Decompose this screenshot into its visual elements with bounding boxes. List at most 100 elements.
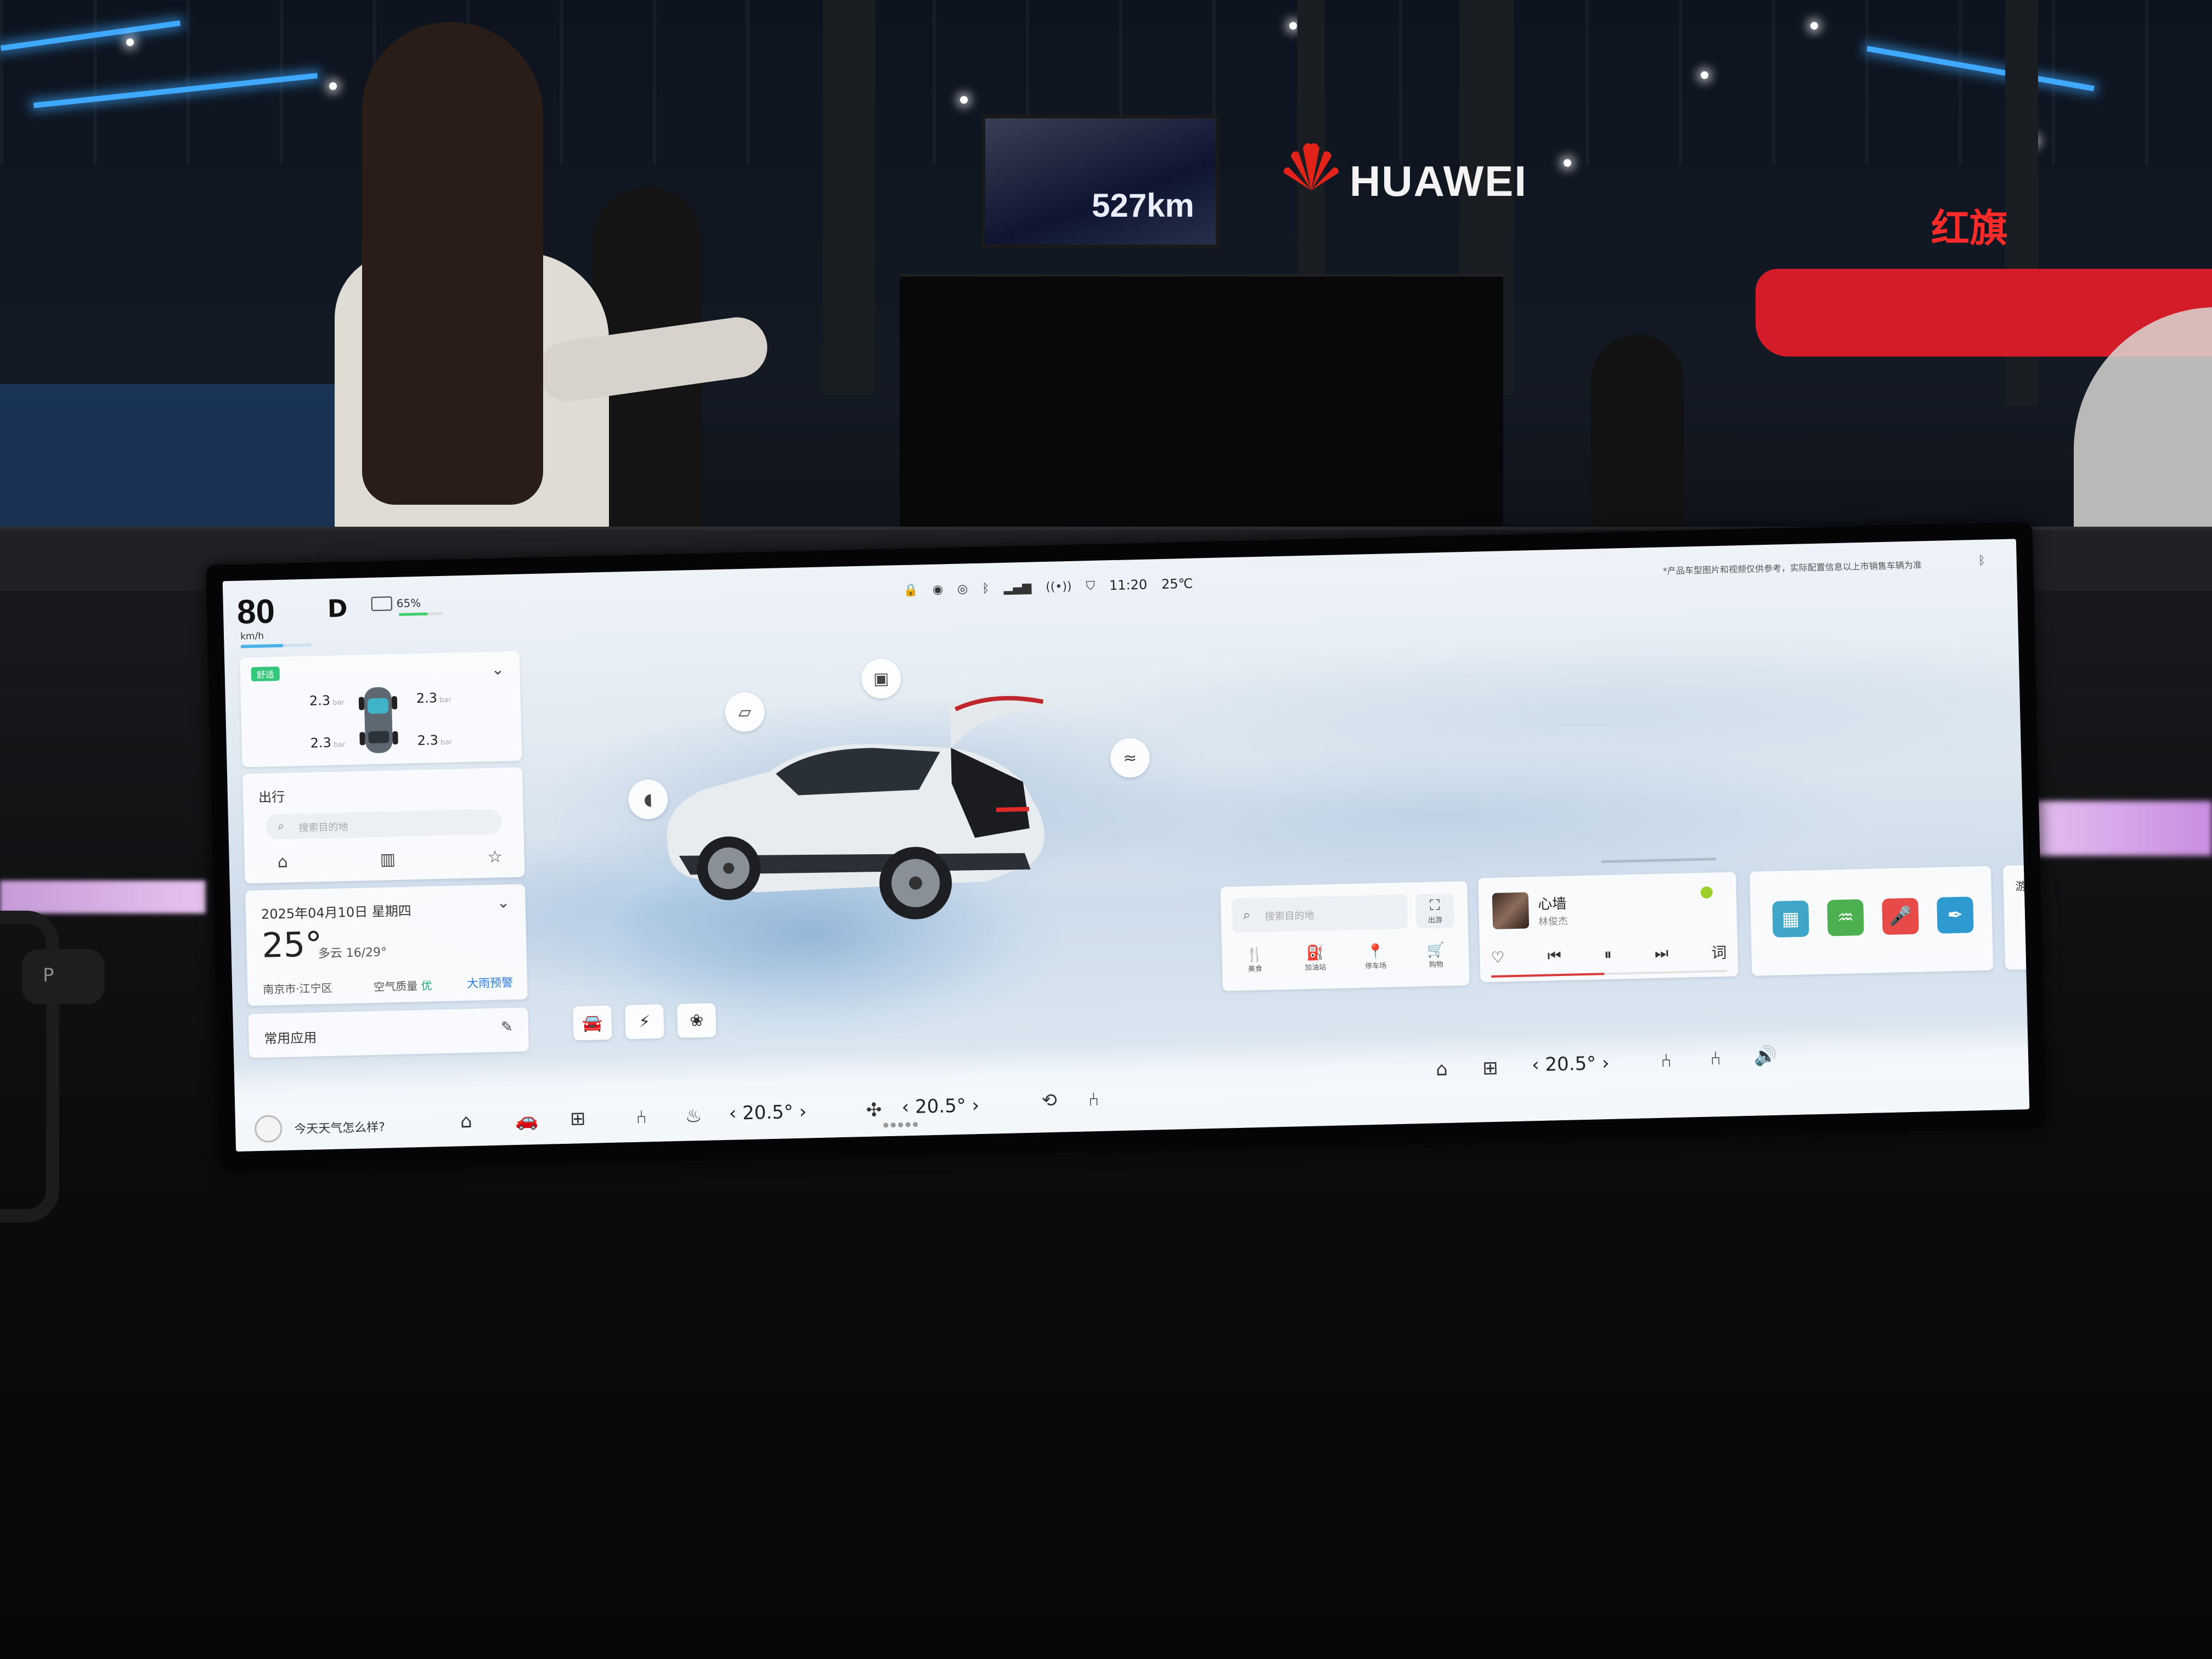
air-quality: 空气质量 优	[373, 979, 432, 994]
long-hair	[362, 22, 543, 505]
games-card[interactable]: 游戏	[2002, 864, 2030, 970]
destination-search-input[interactable]: ⌕ 搜索目的地	[265, 809, 502, 840]
booth-display-text: 527km	[1092, 187, 1194, 224]
battery-status: 65%	[371, 596, 421, 611]
vehicle-icon[interactable]: 🚗	[515, 1109, 539, 1131]
seat-heat-icon[interactable]: ⑃	[635, 1106, 647, 1128]
lock-icon[interactable]: 🔒	[903, 583, 918, 597]
rear-seat-right-icon[interactable]: ⑃	[1709, 1047, 1721, 1069]
volume-icon[interactable]: 🔊	[1753, 1045, 1777, 1068]
visibility-icon[interactable]: ◎	[957, 582, 968, 596]
nav-shortcuts: 🍴 美食 ⛽ 加油站 📍 停车场 🛒 购物	[1233, 941, 1458, 974]
ambient-light-button[interactable]: ❀	[677, 1003, 716, 1038]
search-icon: ⌕	[1243, 907, 1251, 923]
voice-memo-icon[interactable]: ♒	[1827, 899, 1864, 936]
assistant-prompt: 今天天气怎么样?	[294, 1120, 386, 1137]
feather-app-icon[interactable]: ✒	[1937, 896, 1974, 934]
recirculation-icon[interactable]: ⟲	[1041, 1090, 1057, 1112]
chevron-down-icon[interactable]: ⌄	[491, 660, 504, 679]
visitor-staff	[1591, 335, 1684, 532]
music-progress-bar[interactable]	[1491, 969, 1728, 978]
chevron-down-icon[interactable]: ⌄	[496, 893, 510, 912]
fan-speed-indicator: ●●●●●	[883, 1120, 920, 1129]
exhibition-hall: 527km HUAWEI 红旗	[0, 0, 2212, 538]
voice-assistant[interactable]: 今天天气怎么样?	[254, 1113, 386, 1143]
nav-shortcut-shopping[interactable]: 🛒 购物	[1414, 941, 1458, 969]
location-pin-icon: 📍	[1366, 943, 1385, 961]
blue-booth	[0, 384, 340, 532]
music-source-icon[interactable]	[1700, 886, 1713, 899]
fan-icon[interactable]: ✣	[866, 1099, 882, 1121]
rear-seat-left-icon[interactable]: ⑃	[1661, 1049, 1672, 1071]
charging-button[interactable]: ⚡	[625, 1004, 664, 1040]
nav-map-button[interactable]: ⛶ 出游	[1415, 893, 1455, 929]
app-grid-icon[interactable]: ⊞	[569, 1108, 585, 1130]
booth-display	[982, 115, 1219, 248]
tire-pressure-card[interactable]: 舒适 ⌄ 2.3 bar 2.3 bar 2.3 bar 2.3 bar	[239, 651, 522, 768]
games-label: 游戏	[2015, 879, 2030, 893]
account-icon[interactable]: ◉	[933, 583, 944, 596]
speed-unit: km/h	[240, 630, 264, 642]
nav-search-input[interactable]: ⌕ 搜索目的地	[1231, 894, 1408, 933]
weather-card[interactable]: 2025年04月10日 星期四 ⌄ 25° 多云 16/29° 南京市·江宁区 …	[245, 884, 528, 1006]
music-widget[interactable]: 心墙 林俊杰 ♡ ⏮ ⏸ ⏭ 词	[1478, 872, 1739, 983]
signal-icon: ▂▄▆	[1003, 580, 1032, 595]
tire-front-right: 2.3 bar	[416, 690, 452, 707]
common-apps-card[interactable]: 常用应用 ✎	[248, 1007, 529, 1058]
gear-stalk-label: P	[43, 964, 54, 986]
rear-temp-control[interactable]: ‹ 20.5° ›	[1532, 1052, 1610, 1076]
music-progress-fill	[1491, 973, 1605, 978]
office-icon[interactable]: ▥	[380, 850, 396, 870]
weather-alert[interactable]: 大雨预警	[467, 974, 514, 991]
weather-desc: 多云 16/29°	[318, 945, 387, 961]
app-grid-icon-right[interactable]: ⊞	[1482, 1057, 1498, 1080]
battery-percent: 65%	[396, 596, 421, 610]
trip-card[interactable]: 出行 ⌕ 搜索目的地 ⌂ ▥ ☆	[242, 767, 525, 884]
weather-location: 南京市·江宁区	[262, 981, 332, 996]
home-icon[interactable]: ⌂	[277, 853, 288, 872]
previous-track-icon[interactable]: ⏮	[1547, 946, 1561, 966]
windshield-defrost-icon[interactable]: ♨	[685, 1105, 702, 1127]
huawei-brand-sign: HUAWEI	[1350, 157, 1527, 205]
cart-icon: 🛒	[1426, 941, 1445, 959]
top-view-car-icon	[358, 687, 398, 753]
red-booth-sign: 红旗	[1931, 206, 2008, 251]
nav-shortcut-parking[interactable]: 📍 停车场	[1353, 943, 1398, 971]
home-icon-right[interactable]: ⌂	[1436, 1058, 1448, 1080]
star-icon[interactable]: ☆	[487, 847, 503, 867]
navigation-widget[interactable]: ⌕ 搜索目的地 ⛶ 出游 🍴 美食 ⛽ 加油站 📍 停车场 🛒 购物	[1220, 881, 1470, 991]
tire-rear-right: 2.3 bar	[417, 732, 453, 748]
vehicle-3d-model[interactable]	[642, 671, 1070, 944]
car-mode-button[interactable]: 🚘	[573, 1005, 612, 1041]
pause-icon[interactable]: ⏸	[1604, 945, 1612, 964]
assistant-orb-icon[interactable]	[254, 1115, 283, 1143]
outside-temp: 25℃	[1161, 575, 1193, 592]
app-grid-icon[interactable]: ▦	[1772, 900, 1809, 938]
driver-temp-control[interactable]: ‹ 20.5° ›	[729, 1101, 806, 1124]
next-track-icon[interactable]: ⏭	[1655, 944, 1669, 963]
huawei-logo-icon	[1283, 143, 1339, 190]
home-icon[interactable]: ⌂	[460, 1110, 473, 1132]
album-art[interactable]	[1492, 892, 1530, 929]
trip-shortcuts: ⌂ ▥ ☆	[277, 847, 503, 872]
ceiling-spotlight	[960, 96, 968, 104]
ceiling-spotlight	[1810, 22, 1818, 30]
nav-map-label: 出游	[1427, 916, 1443, 925]
bluetooth-icon[interactable]: ᛒ	[982, 582, 990, 595]
passenger-temp-control[interactable]: ‹ 20.5° ›	[901, 1094, 979, 1118]
battery-car-icon	[371, 596, 393, 611]
ambient-light-left	[0, 881, 206, 913]
nav-shortcut-food[interactable]: 🍴 美食	[1233, 946, 1277, 974]
ceiling-spotlight	[1289, 22, 1297, 30]
nav-shortcut-gas[interactable]: ⛽ 加油站	[1293, 945, 1338, 973]
heart-icon[interactable]: ♡	[1491, 948, 1505, 967]
song-artist: 林俊杰	[1538, 915, 1568, 928]
lyrics-icon[interactable]: 词	[1711, 941, 1727, 963]
passenger-seat-icon[interactable]: ⑃	[1088, 1088, 1099, 1110]
edit-icon[interactable]: ✎	[501, 1019, 513, 1036]
nav-search-placeholder: 搜索目的地	[1265, 910, 1314, 923]
bluetooth-right-icon[interactable]: ᛒ	[1978, 554, 1985, 568]
karaoke-mic-icon[interactable]: 🎤	[1882, 898, 1919, 935]
hotspot-icon[interactable]: ((•))	[1046, 579, 1072, 594]
drive-mode-tag: 舒适	[251, 666, 280, 682]
